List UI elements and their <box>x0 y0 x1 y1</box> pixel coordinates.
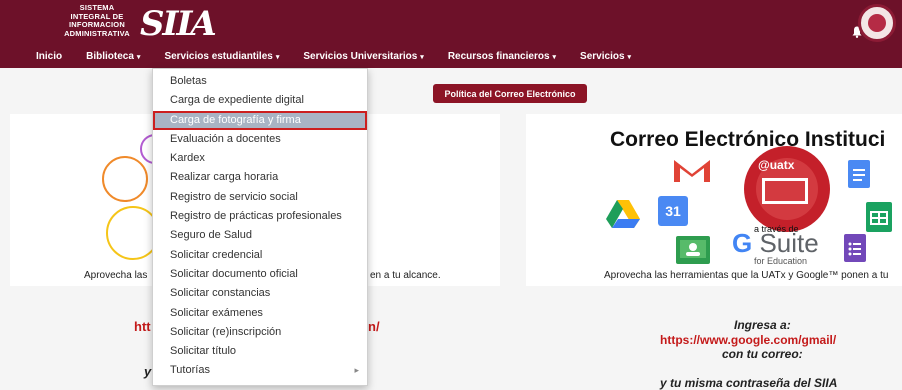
menu-item-credencial[interactable]: Solicitar credencial <box>153 246 367 265</box>
nav-label: Recursos financieros <box>447 50 550 62</box>
con-correo-label: con tu correo: <box>722 347 803 361</box>
caret-down-icon: ▾ <box>627 53 632 61</box>
for-education-label: for Education <box>754 256 808 266</box>
menu-item-practicas-profesionales[interactable]: Registro de prácticas profesionales <box>153 207 367 226</box>
left-link-start[interactable]: htt <box>134 319 151 334</box>
servicios-estudiantiles-menu: Boletas Carga de expediente digital Carg… <box>152 68 368 386</box>
gsuite-word: Suite <box>759 228 819 258</box>
brand-name: SISTEMA INTEGRAL DE INFORMACION ADMINIST… <box>60 3 134 38</box>
email-caption: Aprovecha las herramientas que la UATx y… <box>604 270 889 281</box>
nav-label: Servicios estudiantiles <box>164 50 273 62</box>
nav-biblioteca[interactable]: Biblioteca ▾ <box>74 51 152 62</box>
caret-down-icon: ▾ <box>136 53 141 61</box>
brand-line: ADMINISTRATIVA <box>64 28 130 38</box>
google-drive-icon <box>606 200 640 228</box>
caret-down-icon: ▾ <box>552 53 557 61</box>
menu-item-fotografia-firma[interactable]: Carga de fotografía y firma <box>153 110 367 130</box>
email-banner[interactable]: Correo Electrónico Instituci 31 @uatx a … <box>526 114 902 286</box>
nav-servicios[interactable]: Servicios ▾ <box>568 51 643 62</box>
nav-inicio[interactable]: Inicio <box>0 51 74 62</box>
menu-item-constancias[interactable]: Solicitar constancias <box>153 284 367 303</box>
menu-item-seguro-salud[interactable]: Seguro de Salud <box>153 226 367 245</box>
nav-servicios-universitarios[interactable]: Servicios Universitarios ▾ <box>291 51 435 62</box>
left-text-start: y <box>144 364 152 379</box>
main-nav: Inicio Biblioteca ▾ Servicios estudiantil… <box>0 46 643 66</box>
menu-item-servicio-social[interactable]: Registro de servicio social <box>153 188 367 207</box>
menu-item-reinscripcion[interactable]: Solicitar (re)inscripción <box>153 323 367 342</box>
decorative-circle <box>102 156 148 202</box>
google-classroom-icon <box>676 236 710 264</box>
menu-item-boletas[interactable]: Boletas <box>153 72 367 91</box>
siia-logo[interactable]: SIIA <box>140 4 217 44</box>
gsuite-logo: G Suite <box>732 228 819 259</box>
menu-item-expediente-digital[interactable]: Carga de expediente digital <box>153 91 367 110</box>
uatx-badge: @uatx <box>758 158 795 172</box>
nav-label: Servicios <box>580 50 625 62</box>
nav-label: Servicios Universitarios <box>303 50 418 62</box>
nav-label: Inicio <box>36 50 63 62</box>
caret-down-icon: ▾ <box>275 53 280 61</box>
google-sheets-icon <box>866 202 892 232</box>
menu-item-label: Tutorías <box>170 364 210 377</box>
menu-item-documento-oficial[interactable]: Solicitar documento oficial <box>153 265 367 284</box>
university-seal-icon[interactable] <box>858 4 896 42</box>
top-header: SISTEMA INTEGRAL DE INFORMACION ADMINIST… <box>0 0 902 68</box>
menu-item-carga-horaria[interactable]: Realizar carga horaria <box>153 168 367 187</box>
left-caption-start: Aprovecha las <box>84 270 148 281</box>
menu-item-tutorias[interactable]: Tutorías ▸ <box>153 361 367 380</box>
nav-recursos-financieros[interactable]: Recursos financieros ▾ <box>436 51 568 62</box>
gmail-icon <box>674 160 710 182</box>
ingresa-label: Ingresa a: <box>734 318 791 332</box>
caret-down-icon: ▾ <box>420 53 424 61</box>
gmail-link[interactable]: https://www.google.com/gmail/ <box>660 333 836 347</box>
google-calendar-icon: 31 <box>658 196 688 226</box>
left-link-end[interactable]: n/ <box>368 319 380 334</box>
same-password-label: y tu misma contraseña del SIIA <box>660 376 838 390</box>
google-docs-icon <box>848 160 870 188</box>
menu-item-evaluacion-docentes[interactable]: Evaluación a docentes <box>153 130 367 149</box>
envelope-icon <box>762 178 808 204</box>
email-banner-title: Correo Electrónico Instituci <box>610 128 886 151</box>
nav-label: Biblioteca <box>86 50 134 62</box>
menu-item-examenes[interactable]: Solicitar exámenes <box>153 304 367 323</box>
nav-servicios-estudiantiles[interactable]: Servicios estudiantiles ▾ <box>152 51 291 62</box>
google-forms-icon <box>844 234 866 262</box>
left-caption-end: en a tu alcance. <box>370 270 441 281</box>
menu-item-kardex[interactable]: Kardex <box>153 149 367 168</box>
chevron-right-icon: ▸ <box>354 365 359 376</box>
email-policy-button[interactable]: Política del Correo Electrónico <box>433 84 587 103</box>
menu-item-titulo[interactable]: Solicitar título <box>153 342 367 361</box>
gsuite-g: G <box>732 228 753 258</box>
